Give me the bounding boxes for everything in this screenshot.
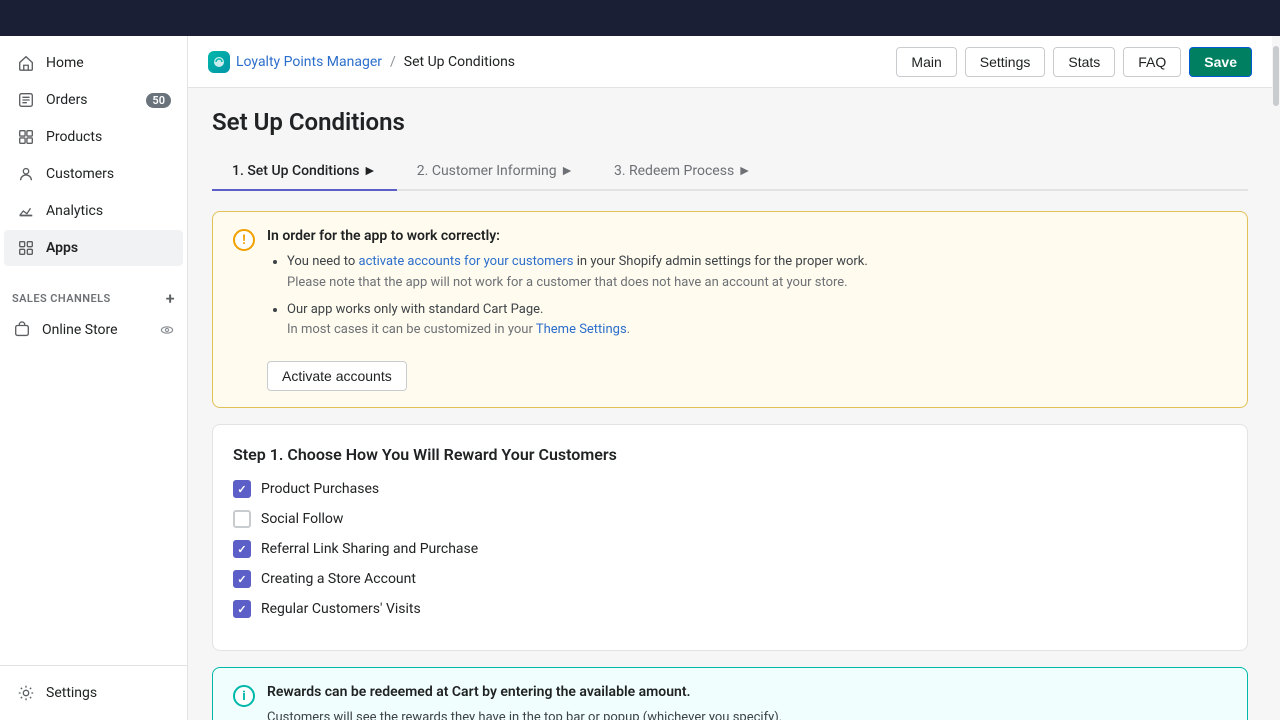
checkbox-referral-label: Referral Link Sharing and Purchase	[261, 541, 478, 557]
warning-card-body: You need to activate accounts for your c…	[267, 252, 1227, 391]
online-store-label: Online Store	[42, 322, 118, 338]
page-title: Set Up Conditions	[212, 108, 1248, 136]
page-body: Set Up Conditions 1. Set Up Conditions ►…	[188, 88, 1272, 720]
settings-icon	[16, 683, 36, 703]
faq-button[interactable]: FAQ	[1123, 47, 1181, 77]
sales-channels-label: SALES CHANNELS	[12, 292, 111, 305]
sidebar-item-home-label: Home	[46, 55, 84, 71]
tab-redeem-process[interactable]: 3. Redeem Process ►	[594, 152, 772, 191]
sidebar-item-home[interactable]: Home	[4, 45, 183, 81]
tab-customer-informing[interactable]: 2. Customer Informing ►	[397, 152, 594, 191]
sidebar-item-apps[interactable]: Apps	[4, 230, 183, 266]
orders-icon	[16, 90, 36, 110]
sidebar-item-settings[interactable]: Settings	[4, 675, 183, 711]
checkbox-social-follow[interactable]	[233, 510, 251, 528]
info-card-content: Rewards can be redeemed at Cart by enter…	[267, 684, 1227, 720]
orders-badge: 50	[146, 93, 171, 108]
products-icon	[16, 127, 36, 147]
top-bar	[0, 0, 1280, 36]
tab-setup-conditions[interactable]: 1. Set Up Conditions ►	[212, 152, 397, 191]
eye-icon[interactable]	[159, 322, 175, 338]
activate-accounts-link[interactable]: activate accounts for your customers	[359, 254, 574, 269]
checkbox-item-social-follow: Social Follow	[233, 510, 1227, 528]
info-card: i Rewards can be redeemed at Cart by ent…	[212, 667, 1248, 720]
main-layout: Home Orders 50	[0, 36, 1280, 720]
app-header: Loyalty Points Manager / Set Up Conditio…	[188, 36, 1272, 88]
checkbox-store-account-label: Creating a Store Account	[261, 571, 416, 587]
breadcrumb-current-page: Set Up Conditions	[404, 54, 515, 70]
sidebar-item-products[interactable]: Products	[4, 119, 183, 155]
sidebar-item-customers[interactable]: Customers	[4, 156, 183, 192]
add-sales-channel-button[interactable]: +	[166, 289, 175, 308]
tabs: 1. Set Up Conditions ► 2. Customer Infor…	[212, 152, 1248, 191]
breadcrumb-app-name: Loyalty Points Manager	[236, 54, 382, 70]
checkbox-item-product-purchases: Product Purchases	[233, 480, 1227, 498]
sidebar-item-analytics[interactable]: Analytics	[4, 193, 183, 229]
sidebar-item-settings-label: Settings	[46, 685, 97, 701]
checkbox-regular-visits[interactable]	[233, 600, 251, 618]
sidebar-item-orders[interactable]: Orders 50	[4, 82, 183, 118]
bullet1-post: in your Shopify admin settings for the p…	[574, 254, 868, 269]
step1-card: Step 1. Choose How You Will Reward Your …	[212, 424, 1248, 651]
step1-title: Step 1. Choose How You Will Reward Your …	[233, 445, 1227, 464]
activate-accounts-button[interactable]: Activate accounts	[267, 361, 407, 391]
checkbox-store-account[interactable]	[233, 570, 251, 588]
analytics-icon	[16, 201, 36, 221]
checkbox-item-regular-visits: Regular Customers' Visits	[233, 600, 1227, 618]
app-logo	[208, 51, 230, 73]
theme-settings-link[interactable]: Theme Settings	[536, 322, 627, 337]
sidebar-item-apps-label: Apps	[46, 240, 78, 256]
home-icon	[16, 53, 36, 73]
sidebar-item-analytics-label: Analytics	[46, 203, 103, 219]
info-card-body: Customers will see the rewards they have…	[267, 708, 1227, 720]
scrollbar-thumb[interactable]	[1273, 46, 1279, 106]
sidebar-item-orders-label: Orders	[46, 92, 88, 108]
main-button[interactable]: Main	[896, 47, 956, 77]
warning-card: ! In order for the app to work correctly…	[212, 211, 1248, 408]
bullet1-pre: You need to	[287, 254, 359, 269]
checkbox-product-purchases[interactable]	[233, 480, 251, 498]
warning-card-content: In order for the app to work correctly: …	[267, 228, 1227, 391]
bullet1-note: Please note that the app will not work f…	[287, 275, 848, 290]
breadcrumb-separator: /	[390, 54, 396, 70]
sidebar-bottom: Settings	[0, 665, 187, 720]
checkbox-product-purchases-label: Product Purchases	[261, 481, 379, 497]
header-actions: Main Settings Stats FAQ Save	[896, 47, 1252, 77]
warning-icon: !	[233, 229, 255, 251]
main-content: Loyalty Points Manager / Set Up Conditio…	[188, 36, 1272, 720]
checkbox-item-store-account: Creating a Store Account	[233, 570, 1227, 588]
checkbox-social-follow-label: Social Follow	[261, 511, 343, 527]
checkbox-item-referral: Referral Link Sharing and Purchase	[233, 540, 1227, 558]
online-store-icon	[12, 320, 32, 340]
customers-icon	[16, 164, 36, 184]
bullet2-text: Our app works only with standard Cart Pa…	[287, 302, 543, 317]
info-icon: i	[233, 685, 255, 707]
breadcrumb-app-link[interactable]: Loyalty Points Manager	[208, 51, 382, 73]
checkbox-referral[interactable]	[233, 540, 251, 558]
checkbox-regular-visits-label: Regular Customers' Visits	[261, 601, 421, 617]
sales-channels-section: SALES CHANNELS +	[0, 275, 187, 312]
warning-card-title: In order for the app to work correctly:	[267, 228, 1227, 244]
save-button[interactable]: Save	[1189, 47, 1252, 77]
sidebar-item-customers-label: Customers	[46, 166, 114, 182]
sidebar-item-online-store[interactable]: Online Store	[0, 312, 187, 348]
info-card-title: Rewards can be redeemed at Cart by enter…	[267, 684, 1227, 700]
bullet2-note: In most cases it can be customized in yo…	[287, 322, 630, 337]
scrollbar-track[interactable]	[1272, 36, 1280, 720]
apps-icon	[16, 238, 36, 258]
settings-button[interactable]: Settings	[965, 47, 1046, 77]
stats-button[interactable]: Stats	[1053, 47, 1115, 77]
sidebar: Home Orders 50	[0, 36, 188, 720]
breadcrumb: Loyalty Points Manager / Set Up Conditio…	[208, 51, 515, 73]
sidebar-item-products-label: Products	[46, 129, 102, 145]
